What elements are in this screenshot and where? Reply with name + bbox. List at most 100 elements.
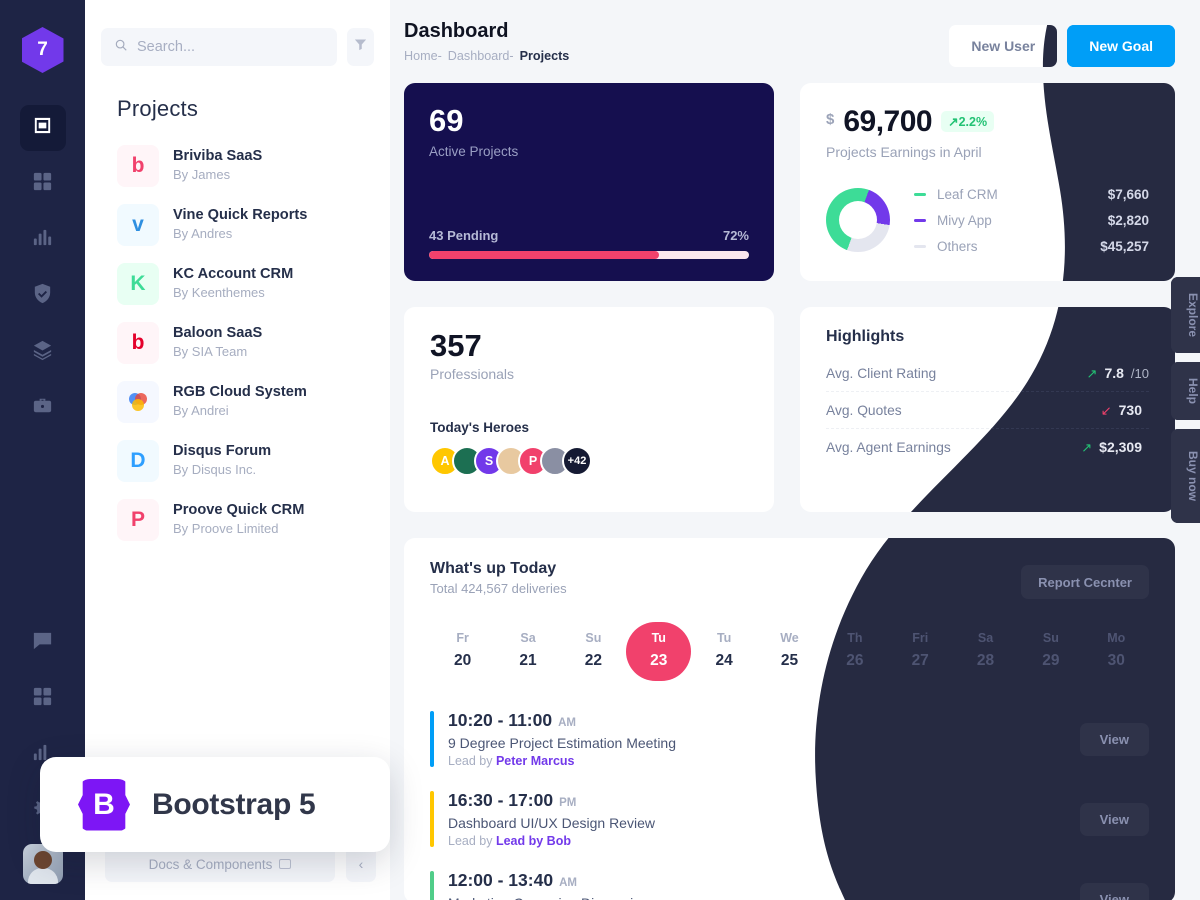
event-view-button[interactable]: View — [1080, 803, 1149, 836]
new-goal-button[interactable]: New Goal — [1067, 25, 1175, 67]
bar-chart-icon — [31, 226, 54, 254]
project-list-item[interactable]: v Vine Quick Reports By Andres — [117, 195, 390, 254]
project-name: Disqus Forum — [173, 442, 272, 459]
docs-label: Docs & Components — [148, 856, 273, 872]
rail-item-reports[interactable] — [20, 217, 66, 263]
day-cell[interactable]: Tu 24 — [691, 622, 756, 681]
rail-item-apps[interactable] — [20, 676, 66, 722]
project-logo-icon — [117, 380, 159, 423]
event-color-bar — [430, 791, 434, 847]
breadcrumb-item[interactable]: Dashboard- — [448, 49, 514, 63]
filter-icon — [353, 37, 368, 57]
day-cell[interactable]: Fri 27 — [888, 622, 953, 681]
project-logo-icon: b — [117, 321, 159, 364]
search-field[interactable] — [101, 28, 337, 66]
project-list-item[interactable]: b Briviba SaaS By James — [117, 136, 390, 195]
bootstrap-badge[interactable]: B Bootstrap 5 — [40, 757, 390, 852]
day-number: 30 — [1107, 652, 1125, 669]
new-user-button[interactable]: New User — [949, 25, 1058, 67]
event-body: 10:20 - 11:00 AM 9 Degree Project Estimati… — [448, 710, 676, 768]
event-name: 9 Degree Project Estimation Meeting — [448, 735, 676, 751]
day-number: 21 — [519, 652, 537, 669]
day-name: Tu — [651, 631, 666, 645]
day-cell[interactable]: We 25 — [757, 622, 822, 681]
professionals-card[interactable]: 357 Professionals Today's Heroes ASP+42 — [404, 307, 774, 512]
rail-item-chat[interactable] — [20, 620, 66, 666]
project-list-item[interactable]: b Baloon SaaS By SIA Team — [117, 313, 390, 372]
edge-tab-buy-now[interactable]: Buy now — [1171, 429, 1200, 523]
lead-name[interactable]: Peter Marcus — [496, 754, 575, 768]
day-number: 28 — [976, 652, 995, 669]
event-time: 16:30 - 17:00 — [448, 790, 554, 810]
filter-button[interactable] — [347, 28, 374, 66]
project-list-item[interactable]: RGB Cloud System By Andrei — [117, 372, 390, 431]
trend-arrow-icon: ↙ — [1100, 402, 1112, 418]
lead-name[interactable]: Lead by Bob — [496, 834, 571, 848]
event-time: 12:00 - 13:40 — [448, 870, 554, 890]
shield-check-icon — [31, 282, 54, 310]
event-lead: Lead by Lead by Bob — [448, 834, 655, 848]
rail-item-security[interactable] — [20, 273, 66, 319]
event-view-button[interactable]: View — [1080, 883, 1149, 900]
cube-icon — [31, 114, 54, 142]
bootstrap-logo-icon: B — [78, 778, 130, 831]
project-list-item[interactable]: K KC Account CRM By Keenthemes — [117, 254, 390, 313]
project-logo-icon: v — [117, 203, 159, 246]
briefcase-icon — [31, 394, 54, 422]
day-cell[interactable]: Sa 21 — [495, 622, 560, 681]
edge-tab-help[interactable]: Help — [1171, 362, 1200, 420]
breadcrumb-item[interactable]: Projects — [520, 49, 570, 63]
search-input[interactable] — [137, 39, 324, 55]
day-cell[interactable]: Fr 20 — [430, 622, 495, 681]
earnings-amount: 69,700 — [843, 105, 933, 138]
pending-label: 43 Pending — [429, 228, 499, 243]
earnings-donut-chart — [826, 188, 890, 252]
project-list: b Briviba SaaS By James v Vine Quick Reports… — [85, 122, 390, 549]
report-center-button[interactable]: Report Cecnter — [1021, 565, 1149, 599]
professionals-label: Professionals — [430, 366, 515, 382]
day-cell[interactable]: Su 29 — [1018, 622, 1083, 681]
highlight-value-group: ↗ 7.8/10 — [1087, 365, 1149, 382]
rail-item-grid[interactable] — [20, 161, 66, 207]
highlight-label: Avg. Quotes — [826, 402, 902, 418]
day-name: Fri — [912, 631, 929, 645]
project-owner: By Andrei — [173, 403, 229, 419]
day-cell[interactable]: Mo 30 — [1084, 622, 1149, 681]
event-view-button[interactable]: View — [1080, 723, 1149, 756]
edge-tab-explore[interactable]: Explore — [1171, 277, 1200, 353]
day-cell[interactable]: Sa 28 — [953, 622, 1018, 681]
day-name: We — [780, 631, 799, 645]
rail-item-cube[interactable] — [19, 105, 66, 151]
active-projects-card[interactable]: 69 Active Projects 43 Pending 72% — [404, 83, 774, 281]
day-cell[interactable]: Tu 23 — [626, 622, 692, 681]
legend-swatch — [914, 218, 926, 222]
day-number: 25 — [780, 652, 799, 669]
bootstrap-badge-label: Bootstrap 5 — [152, 787, 316, 821]
project-list-item[interactable]: D Disqus Forum By Disqus Inc. — [117, 431, 390, 490]
project-owner: By Keenthemes — [173, 285, 265, 301]
day-number: 26 — [846, 652, 864, 669]
project-owner: By Proove Limited — [173, 521, 279, 537]
project-owner: By Disqus Inc. — [173, 462, 257, 478]
day-name: Su — [1042, 631, 1059, 645]
project-list-item[interactable]: P Proove Quick CRM By Proove Limited — [117, 490, 390, 549]
rail-icon-group — [19, 105, 66, 431]
day-number: 27 — [911, 652, 929, 669]
event-lead: Lead by Peter Marcus — [448, 754, 676, 768]
day-number: 24 — [715, 652, 733, 669]
rail-item-layers[interactable] — [20, 329, 66, 375]
project-name: RGB Cloud System — [173, 383, 307, 400]
day-cell[interactable]: Su 22 — [561, 622, 626, 681]
legend-label: Others — [937, 238, 978, 254]
hero-avatar[interactable]: +42 — [562, 446, 592, 476]
progress-bar-fill — [429, 251, 660, 259]
trend-arrow-icon: ↗ — [1086, 365, 1098, 381]
highlight-label: Avg. Client Rating — [826, 365, 937, 381]
highlight-value-group: ↙ 730 — [1101, 402, 1149, 419]
project-logo-icon: D — [117, 439, 159, 482]
rail-item-business[interactable] — [20, 385, 66, 431]
breadcrumb-item[interactable]: Home- — [404, 49, 442, 63]
day-number: 23 — [650, 652, 668, 669]
app-logo[interactable]: 7 — [21, 27, 64, 73]
chat-icon — [31, 629, 54, 657]
